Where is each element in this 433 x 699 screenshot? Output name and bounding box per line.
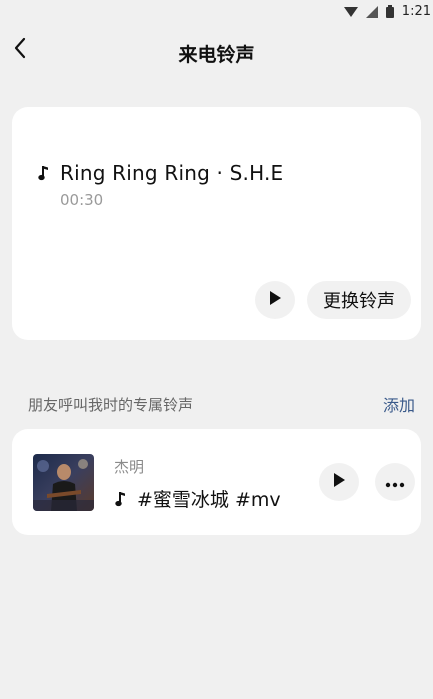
current-ringtone-actions: 更换铃声 — [255, 281, 411, 319]
change-ringtone-button[interactable]: 更换铃声 — [307, 281, 411, 319]
music-note-icon — [37, 165, 51, 181]
more-dots-icon — [385, 473, 405, 492]
friend-song-row: #蜜雪冰城 #mv — [114, 485, 281, 512]
current-song-row: Ring Ring Ring · S.H.E — [37, 161, 283, 185]
page-title: 来电铃声 — [178, 44, 255, 66]
more-options-button[interactable] — [375, 463, 415, 501]
cell-signal-icon — [365, 5, 378, 18]
current-ringtone-card: Ring Ring Ring · S.H.E 00:30 更换铃声 — [12, 107, 421, 340]
current-song-duration: 00:30 — [60, 191, 104, 209]
status-icons: 1:21 — [343, 4, 431, 19]
friends-section-header: 朋友呼叫我时的专属铃声 添加 — [28, 392, 415, 416]
add-friend-ringtone-link[interactable]: 添加 — [383, 392, 415, 416]
play-icon — [268, 290, 282, 310]
header: 来电铃声 — [0, 28, 433, 76]
wifi-icon — [343, 6, 358, 18]
friend-song-title: #蜜雪冰城 #mv — [137, 489, 281, 511]
friend-ringtone-card[interactable]: 杰明 #蜜雪冰城 #mv — [12, 429, 421, 535]
status-bar: 1:21 — [0, 0, 433, 24]
friends-section-title: 朋友呼叫我时的专属铃声 — [28, 395, 194, 414]
song-thumbnail — [33, 454, 94, 511]
battery-icon — [385, 5, 394, 18]
status-time: 1:21 — [401, 4, 431, 19]
friend-name: 杰明 — [114, 458, 145, 476]
music-note-icon — [114, 491, 128, 507]
play-current-button[interactable] — [255, 281, 295, 319]
current-song-title: Ring Ring Ring · S.H.E — [60, 161, 284, 185]
play-friend-button[interactable] — [319, 463, 359, 501]
play-icon — [332, 472, 346, 492]
